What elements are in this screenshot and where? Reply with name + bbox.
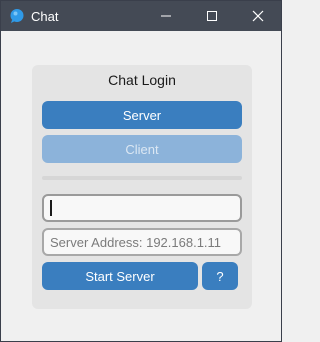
maximize-icon [207, 11, 217, 21]
minimize-button[interactable] [143, 1, 189, 31]
maximize-button[interactable] [189, 1, 235, 31]
minimize-icon [161, 15, 171, 17]
server-button[interactable]: Server [42, 101, 242, 129]
text-caret [50, 200, 52, 216]
separator [42, 176, 242, 180]
login-title: Chat Login [108, 72, 176, 88]
client-button[interactable]: Client [42, 135, 242, 163]
start-server-button[interactable]: Start Server [42, 262, 198, 290]
close-icon [252, 10, 264, 22]
chat-bubble-icon [9, 8, 25, 24]
title-bar[interactable]: Chat [1, 1, 281, 31]
close-button[interactable] [235, 1, 281, 31]
name-input[interactable] [42, 194, 242, 222]
window-title: Chat [31, 8, 59, 24]
chat-window: Chat Chat Login Server Client Server Add… [0, 0, 282, 342]
window-controls [143, 1, 281, 31]
server-address-input[interactable] [42, 228, 242, 256]
login-panel: Chat Login Server Client Start Server ? [32, 65, 252, 309]
help-button[interactable]: ? [202, 262, 238, 290]
